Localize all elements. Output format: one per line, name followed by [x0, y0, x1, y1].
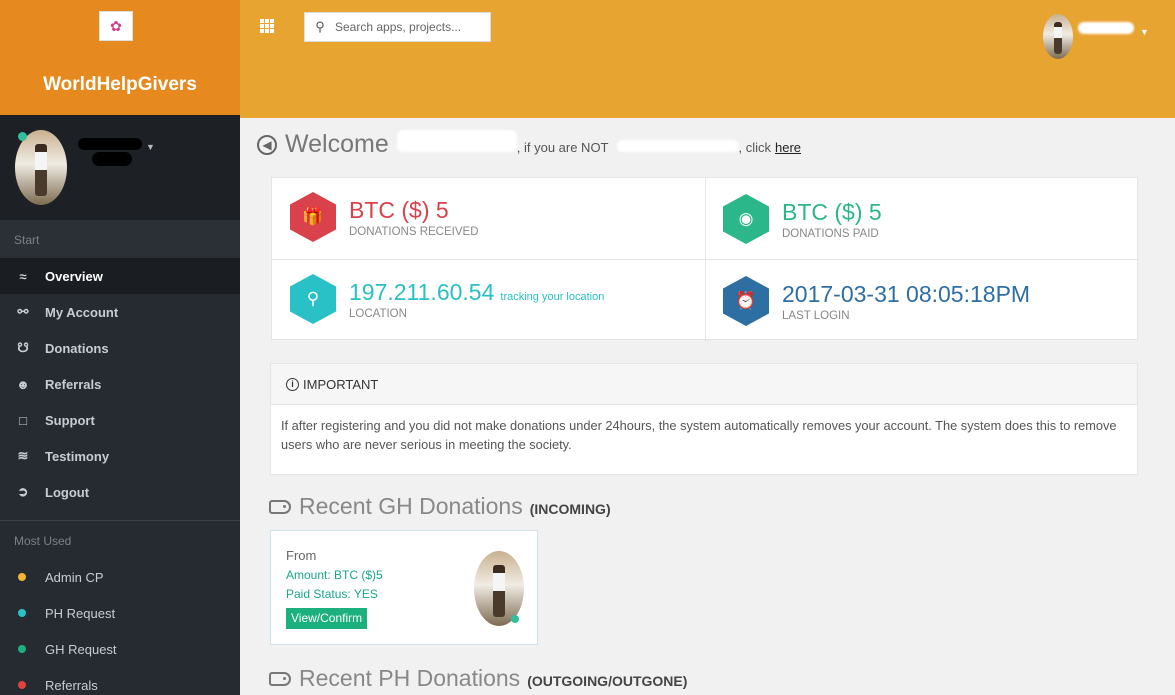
sidebar-item-label: PH Request	[45, 605, 116, 621]
logo-icon[interactable]: ✿	[99, 11, 133, 41]
sidebar-item-overview[interactable]: ≈ Overview	[0, 258, 240, 294]
info-icon: i	[286, 377, 299, 391]
important-header: i IMPORTANT	[271, 364, 1137, 405]
status-dot	[18, 609, 26, 617]
sidebar-item-label: Support	[45, 412, 95, 428]
apps-grid-icon[interactable]	[260, 19, 274, 33]
gift-icon: 🎁	[290, 192, 336, 242]
donations-icon: ☋	[17, 340, 29, 355]
tag-icon	[269, 499, 291, 514]
sidebar-item-donations[interactable]: ☋ Donations	[0, 330, 240, 366]
donations-paid-value: BTC ($) 5	[782, 199, 882, 225]
recent-ph-badge: (OUTGOING/OUTGONE)	[527, 673, 688, 689]
donation-amount: Amount: BTC ($)5	[286, 568, 383, 582]
search-icon: ⚲	[315, 19, 325, 34]
location-value: 197.211.60.54	[349, 279, 495, 305]
donations-received-value: BTC ($) 5	[349, 197, 449, 223]
welcome-not-text: , if you are NOT	[516, 140, 609, 155]
location-label: LOCATION	[349, 308, 407, 320]
avatar[interactable]	[15, 130, 67, 205]
sidebar: ✿ WorldHelpGivers ▼ Start ≈ Overview ⚯ M…	[0, 0, 240, 695]
status-dot	[18, 573, 26, 581]
last-login-value: 2017-03-31 08:05:18PM	[782, 281, 1031, 307]
redacted-name	[616, 140, 739, 152]
donations-received-label: DONATIONS RECEIVED	[349, 226, 479, 238]
logout-icon: ➲	[17, 484, 29, 499]
main-content: ◀ Welcome , if you are NOT , click here …	[240, 118, 1175, 695]
search-box[interactable]: ⚲	[304, 12, 491, 42]
users-icon: ☻	[16, 376, 30, 392]
status-dot	[18, 645, 26, 653]
sidebar-item-admin-cp[interactable]: Admin CP	[0, 559, 240, 595]
coin-icon: ◉	[723, 194, 769, 244]
donation-paid-status: Paid Status: YES	[286, 587, 378, 601]
section-label-most-used: Most Used	[14, 534, 72, 548]
recent-ph-title: Recent PH Donations	[299, 665, 521, 691]
status-dot	[18, 681, 26, 689]
recent-gh-title: Recent GH Donations	[299, 493, 523, 519]
tag-icon	[269, 671, 291, 686]
redacted-name	[326, 550, 456, 561]
tracking-note: tracking your location	[500, 291, 605, 303]
sidebar-item-label: Donations	[45, 340, 109, 356]
sidebar-item-label: My Account	[45, 304, 119, 320]
welcome-title: Welcome	[285, 130, 389, 158]
recent-gh-badge: (INCOMING)	[529, 501, 611, 517]
redacted-username-part	[92, 152, 132, 166]
sidebar-item-label: Referrals	[45, 677, 98, 693]
chart-line-icon: ≈	[19, 268, 27, 284]
recent-gh-heading: Recent GH Donations (INCOMING)	[269, 493, 611, 520]
chevron-down-icon[interactable]: ▼	[1140, 27, 1149, 37]
comment-icon: □	[19, 412, 27, 428]
chevron-down-icon[interactable]: ▼	[146, 142, 155, 152]
view-confirm-button[interactable]: View/Confirm	[286, 608, 368, 629]
sidebar-item-label: Referrals	[45, 376, 102, 392]
topbar: ⚲ ▼	[240, 0, 1175, 118]
welcome-line: ◀ Welcome , if you are NOT , click here	[257, 130, 801, 159]
donations-paid-label: DONATIONS PAID	[782, 228, 879, 240]
donation-from: From	[286, 548, 317, 563]
important-title: IMPORTANT	[303, 376, 379, 392]
search-input[interactable]	[335, 20, 485, 34]
sidebar-item-gh-request[interactable]: GH Request	[0, 631, 240, 667]
user-icon: ⚯	[17, 304, 29, 319]
divider	[0, 520, 240, 521]
location-pin-icon: ⚲	[290, 274, 336, 324]
alarm-clock-icon: ⏰	[723, 276, 769, 326]
last-login-label: LAST LOGIN	[782, 310, 850, 322]
important-panel: i IMPORTANT If after registering and you…	[270, 363, 1138, 475]
location-value-row: 197.211.60.54 tracking your location	[349, 279, 604, 306]
important-text: If after registering and you did not mak…	[281, 418, 1117, 452]
sidebar-item-referrals-most-used[interactable]: Referrals	[0, 667, 240, 695]
here-link[interactable]: here	[775, 140, 801, 155]
back-arrow-icon[interactable]: ◀	[257, 134, 277, 155]
user-avatar[interactable]	[1043, 14, 1073, 59]
online-status-dot	[18, 132, 27, 141]
redacted-username	[78, 138, 142, 150]
section-label-start: Start	[14, 233, 40, 247]
sidebar-item-support[interactable]: □ Support	[0, 402, 240, 438]
brand-header: ✿ WorldHelpGivers	[0, 0, 240, 115]
sidebar-item-label: Logout	[45, 484, 90, 500]
donation-card: From Amount: BTC ($)5 Paid Status: YES V…	[270, 530, 538, 645]
sidebar-item-testimony[interactable]: ≋ Testimony	[0, 438, 240, 474]
sidebar-item-label: Admin CP	[45, 569, 104, 585]
brand-name[interactable]: WorldHelpGivers	[0, 74, 240, 96]
sidebar-item-referrals[interactable]: ☻ Referrals	[0, 366, 240, 402]
sidebar-item-label: Testimony	[45, 448, 110, 464]
stats-panel: 🎁 BTC ($) 5 DONATIONS RECEIVED ◉ BTC ($)…	[271, 177, 1139, 341]
sidebar-item-my-account[interactable]: ⚯ My Account	[0, 294, 240, 330]
online-status-dot	[511, 615, 519, 623]
sidebar-item-logout[interactable]: ➲ Logout	[0, 474, 240, 510]
sidebar-item-label: GH Request	[45, 641, 117, 657]
redacted-username	[1078, 22, 1134, 34]
recent-ph-heading: Recent PH Donations (OUTGOING/OUTGONE)	[269, 665, 687, 692]
welcome-click-text: , click	[738, 140, 772, 155]
redacted-name	[396, 130, 517, 152]
sidebar-item-ph-request[interactable]: PH Request	[0, 595, 240, 631]
sidebar-item-label: Overview	[45, 268, 103, 284]
layers-icon: ≋	[17, 448, 29, 463]
